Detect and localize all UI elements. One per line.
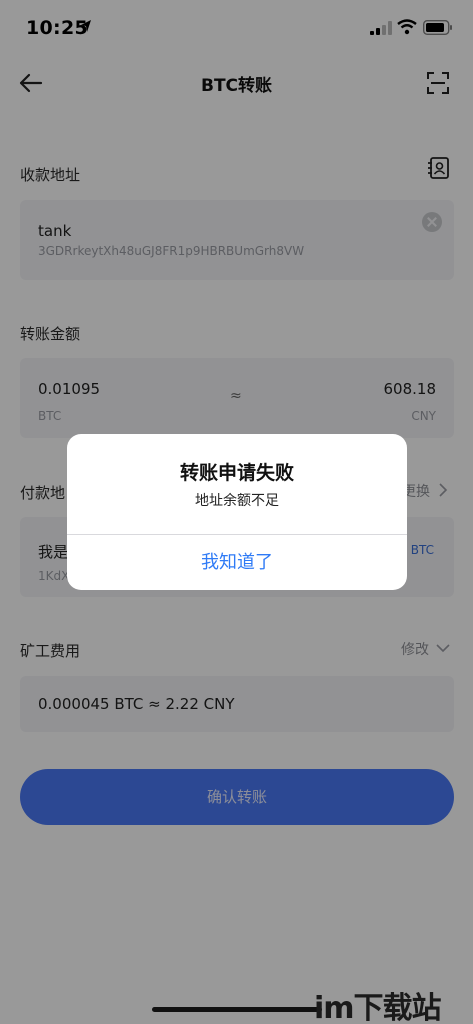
home-indicator[interactable] <box>152 1007 322 1012</box>
error-alert-dialog: 转账申请失败 地址余额不足 我知道了 <box>67 434 407 590</box>
alert-title: 转账申请失败 <box>179 462 294 484</box>
alert-ok-button[interactable]: 我知道了 <box>67 535 407 590</box>
watermark-logo: im下载站 <box>314 991 442 1024</box>
alert-message: 地址余额不足 <box>195 493 279 509</box>
